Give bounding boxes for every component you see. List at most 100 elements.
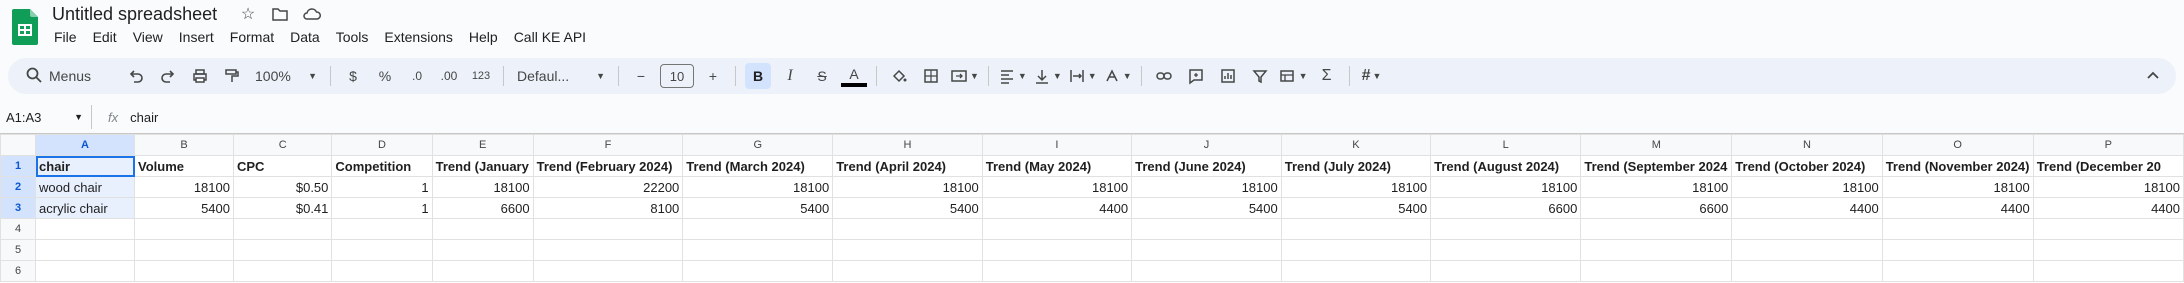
decrease-decimal-button[interactable]: .0 [404, 63, 430, 89]
cell-b4[interactable] [134, 218, 234, 240]
cell-i5[interactable] [981, 239, 1133, 261]
column-header-l[interactable]: L [1430, 134, 1582, 156]
merge-cells-icon[interactable]: ▼ [950, 63, 979, 89]
cell-a2[interactable]: wood chair [35, 176, 135, 198]
zoom-select[interactable]: 100% ▼ [251, 63, 321, 89]
cell-g2[interactable]: 18100 [682, 176, 834, 198]
cell-p4[interactable] [2032, 218, 2184, 240]
menu-file[interactable]: File [46, 27, 85, 47]
column-header-k[interactable]: K [1280, 134, 1432, 156]
cell-g3[interactable]: 5400 [682, 197, 834, 219]
collapse-menus-icon[interactable] [2140, 63, 2166, 89]
cell-p6[interactable] [2032, 260, 2184, 282]
cell-g6[interactable] [682, 260, 834, 282]
cell-j4[interactable] [1131, 218, 1282, 240]
cell-b6[interactable] [134, 260, 234, 282]
select-all-corner[interactable] [0, 134, 37, 156]
menu-help[interactable]: Help [461, 27, 506, 47]
cloud-saved-icon[interactable] [302, 4, 322, 24]
column-header-n[interactable]: N [1731, 134, 1883, 156]
menu-tools[interactable]: Tools [328, 27, 377, 47]
cell-n1[interactable]: Trend (October 2024) [1731, 155, 1883, 177]
cell-k3[interactable]: 5400 [1280, 197, 1432, 219]
cell-b3[interactable]: 5400 [134, 197, 234, 219]
column-header-a[interactable]: A [35, 134, 135, 156]
cell-g1[interactable]: Trend (March 2024) [682, 155, 834, 177]
undo-icon[interactable] [123, 63, 149, 89]
formula-input[interactable]: chair [130, 110, 158, 125]
text-wrapping-icon[interactable]: ▼ [1068, 63, 1097, 89]
cell-a5[interactable] [35, 239, 135, 261]
document-title[interactable]: Untitled spreadsheet [52, 2, 217, 26]
insert-comment-icon[interactable] [1183, 63, 1209, 89]
italic-button[interactable]: I [777, 63, 803, 89]
cell-n3[interactable]: 4400 [1731, 197, 1883, 219]
cell-e1[interactable]: Trend (January [431, 155, 534, 177]
print-icon[interactable] [187, 63, 213, 89]
cell-h2[interactable]: 18100 [832, 176, 983, 198]
menu-format[interactable]: Format [222, 27, 282, 47]
cell-d1[interactable]: Competition [331, 155, 433, 177]
cell-i2[interactable]: 18100 [981, 176, 1133, 198]
cell-j5[interactable] [1131, 239, 1282, 261]
cell-h4[interactable] [832, 218, 983, 240]
column-header-c[interactable]: C [232, 134, 333, 156]
cell-o5[interactable] [1881, 239, 2034, 261]
cell-p5[interactable] [2032, 239, 2184, 261]
redo-icon[interactable] [155, 63, 181, 89]
fill-color-icon[interactable] [886, 63, 912, 89]
menus-search-button[interactable]: Menus [17, 63, 117, 89]
star-icon[interactable]: ☆ [238, 4, 258, 24]
cell-j3[interactable]: 5400 [1131, 197, 1282, 219]
cell-e6[interactable] [431, 260, 534, 282]
cell-g5[interactable] [682, 239, 834, 261]
cell-m4[interactable] [1580, 218, 1733, 240]
cell-k6[interactable] [1280, 260, 1432, 282]
cell-i3[interactable]: 4400 [981, 197, 1133, 219]
cell-j2[interactable]: 18100 [1131, 176, 1282, 198]
cell-m6[interactable] [1580, 260, 1733, 282]
cell-n6[interactable] [1731, 260, 1883, 282]
column-header-e[interactable]: E [431, 134, 534, 156]
cell-m1[interactable]: Trend (September 2024 [1580, 155, 1733, 177]
cell-d5[interactable] [331, 239, 433, 261]
filter-icon[interactable] [1247, 63, 1273, 89]
cell-h6[interactable] [832, 260, 983, 282]
horizontal-align-icon[interactable]: ▼ [998, 63, 1027, 89]
cell-k4[interactable] [1280, 218, 1432, 240]
column-header-b[interactable]: B [134, 134, 234, 156]
cell-d4[interactable] [331, 218, 433, 240]
cell-f6[interactable] [532, 260, 684, 282]
cell-a6[interactable] [35, 260, 135, 282]
vertical-align-icon[interactable]: ▼ [1033, 63, 1062, 89]
cell-b1[interactable]: Volume [134, 155, 234, 177]
row-header-1[interactable]: 1 [0, 155, 37, 177]
cell-h3[interactable]: 5400 [832, 197, 983, 219]
functions-button[interactable]: Σ [1314, 63, 1340, 89]
row-header-5[interactable]: 5 [0, 239, 37, 261]
cell-l4[interactable] [1430, 218, 1582, 240]
cell-o6[interactable] [1881, 260, 2034, 282]
column-header-m[interactable]: M [1580, 134, 1733, 156]
cell-e5[interactable] [431, 239, 534, 261]
cell-l2[interactable]: 18100 [1430, 176, 1582, 198]
cell-m5[interactable] [1580, 239, 1733, 261]
menu-call-ke-api[interactable]: Call KE API [506, 27, 594, 47]
cell-i1[interactable]: Trend (May 2024) [981, 155, 1133, 177]
increase-decimal-button[interactable]: .00 [436, 63, 462, 89]
cell-f5[interactable] [532, 239, 684, 261]
cell-c2[interactable]: $0.50 [232, 176, 333, 198]
cell-b2[interactable]: 18100 [134, 176, 234, 198]
font-size-input[interactable]: 10 [660, 64, 694, 88]
cell-p3[interactable]: 4400 [2032, 197, 2184, 219]
cell-h1[interactable]: Trend (April 2024) [832, 155, 983, 177]
cell-d6[interactable] [331, 260, 433, 282]
cell-l3[interactable]: 6600 [1430, 197, 1582, 219]
font-family-select[interactable]: Defaul... ▼ [513, 63, 609, 89]
cell-d2[interactable]: 1 [331, 176, 433, 198]
name-box[interactable]: A1:A3 ▼ [0, 105, 92, 129]
row-header-6[interactable]: 6 [0, 260, 37, 282]
row-header-3[interactable]: 3 [0, 197, 37, 219]
hash-extension-icon[interactable]: # ▼ [1359, 63, 1385, 89]
decrease-font-size-button[interactable]: − [628, 63, 654, 89]
